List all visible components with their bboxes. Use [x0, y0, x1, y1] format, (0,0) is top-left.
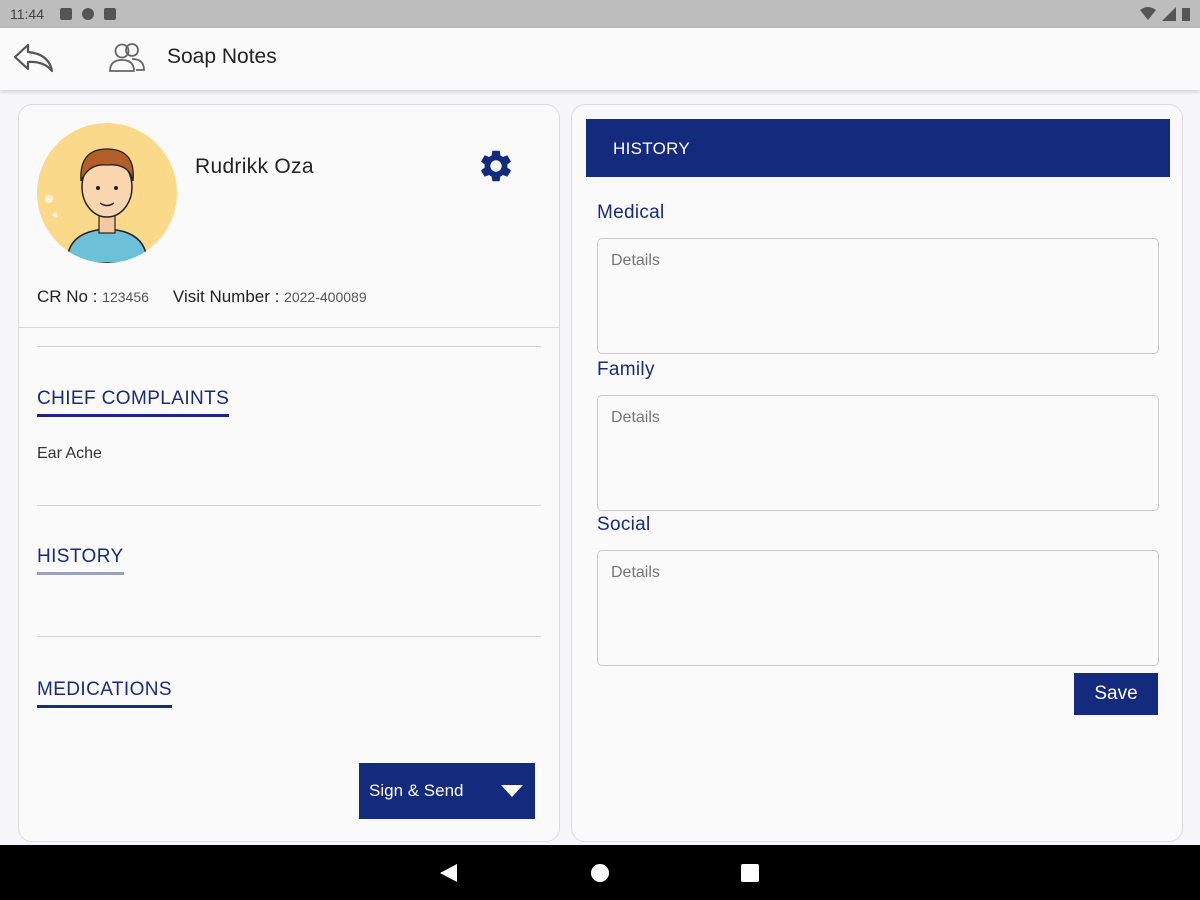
visit-value: 2022-400089 [284, 289, 367, 305]
gear-icon [481, 150, 511, 182]
medical-label: Medical [597, 202, 665, 223]
nav-recents-icon[interactable] [741, 864, 759, 882]
sign-send-label: Sign & Send [369, 781, 464, 800]
wifi-icon [1140, 7, 1156, 20]
save-button[interactable]: Save [1074, 673, 1158, 715]
patient-card: Rudrikk Oza CR No : 123456 Visit Number :… [18, 104, 560, 842]
signal-icon [1162, 7, 1176, 21]
chief-complaints-heading[interactable]: CHIEF COMPLAINTS [37, 388, 230, 417]
visit-label: Visit Number : [172, 287, 285, 306]
nav-back-icon[interactable] [440, 864, 457, 882]
app-notification-icon [82, 8, 94, 20]
back-button[interactable] [12, 40, 56, 76]
chevron-down-icon[interactable] [501, 785, 523, 797]
social-details-input[interactable] [597, 550, 1159, 666]
back-arrow-icon [13, 43, 54, 73]
divider [37, 505, 541, 506]
battery-icon [1182, 8, 1190, 21]
complaint-text: Ear Ache [37, 445, 102, 462]
settings-button[interactable] [477, 147, 515, 185]
medications-heading[interactable]: MEDICATIONS [37, 679, 172, 708]
notification-icon [60, 8, 72, 20]
divider [19, 327, 559, 328]
status-bar: 11:44 [0, 0, 1200, 28]
sd-card-icon [104, 8, 116, 20]
patient-name: Rudrikk Oza [195, 155, 314, 178]
avatar [37, 123, 177, 263]
sign-send-button[interactable]: Sign & Send [359, 763, 535, 819]
users-icon [106, 40, 148, 76]
cr-value: 123456 [102, 289, 149, 305]
status-right [1140, 7, 1190, 21]
medical-details-input[interactable] [597, 238, 1159, 354]
cr-label: CR No : [37, 287, 103, 306]
history-card: HISTORY Medical Family Social Save [571, 104, 1183, 842]
page-title: Soap Notes [167, 45, 277, 68]
family-label: Family [597, 359, 655, 380]
patient-meta: CR No : 123456 Visit Number : 2022-400089 [37, 287, 367, 307]
navigation-bar [0, 845, 1200, 900]
divider [37, 636, 541, 637]
social-label: Social [597, 514, 651, 535]
history-panel-header: HISTORY [586, 119, 1170, 177]
status-time: 11:44 [10, 6, 44, 22]
family-details-input[interactable] [597, 395, 1159, 511]
history-heading[interactable]: HISTORY [37, 546, 124, 575]
nav-home-icon[interactable] [591, 864, 609, 882]
divider [37, 346, 541, 347]
app-bar: Soap Notes [0, 28, 1200, 90]
